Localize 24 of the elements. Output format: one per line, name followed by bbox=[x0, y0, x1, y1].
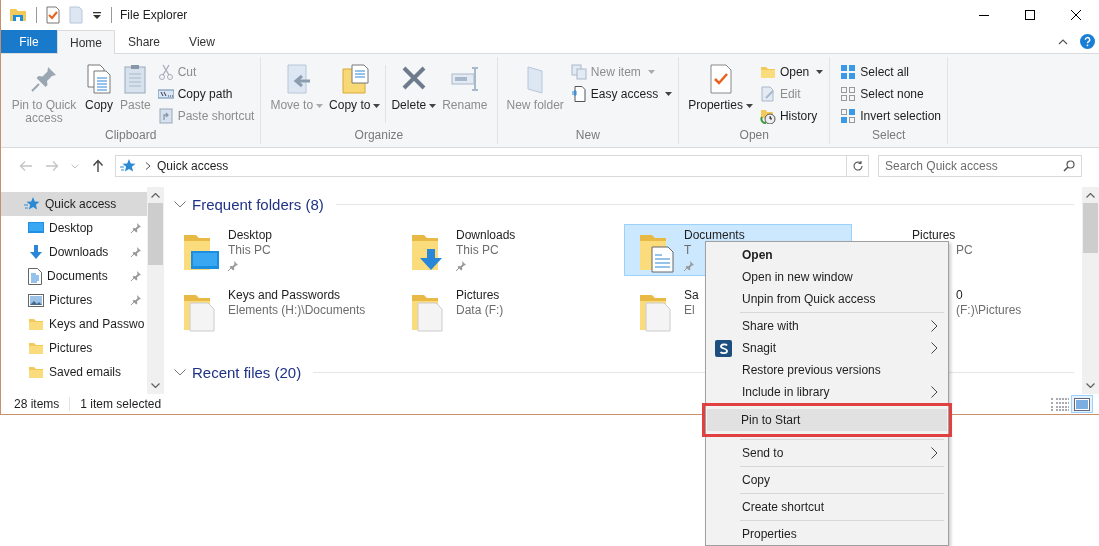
group-label: New bbox=[574, 128, 601, 142]
folder-name: 0 bbox=[956, 288, 963, 302]
folder-location: This PC bbox=[456, 242, 499, 258]
folder-location: Elements (H:)\Documents bbox=[228, 302, 366, 318]
selection-count: 1 item selected bbox=[69, 397, 172, 411]
folder-name: Sa bbox=[684, 288, 699, 302]
group-label: Organize bbox=[353, 128, 405, 142]
folder-location: This PC bbox=[228, 242, 271, 258]
folder-location: T bbox=[684, 242, 692, 258]
folder-name: Pictures bbox=[912, 228, 956, 242]
folder-location: PC bbox=[956, 242, 973, 258]
group-label: Select bbox=[870, 128, 907, 142]
folder-location: (F:)\Pictures bbox=[956, 302, 1022, 318]
group-label: Open bbox=[738, 128, 770, 142]
item-count: 28 items bbox=[14, 397, 61, 411]
window-title: File Explorer bbox=[120, 8, 188, 22]
group-label: Clipboard bbox=[104, 128, 158, 142]
folder-location: Data (F:) bbox=[456, 302, 504, 318]
folder-name: Downloads bbox=[456, 228, 516, 242]
folder-name: Pictures bbox=[456, 288, 500, 302]
folder-name: Documents bbox=[684, 228, 745, 242]
folder-location: El bbox=[684, 302, 695, 318]
folder-name: Keys and Passwords bbox=[228, 288, 341, 302]
folder-name: Desktop bbox=[228, 228, 273, 242]
